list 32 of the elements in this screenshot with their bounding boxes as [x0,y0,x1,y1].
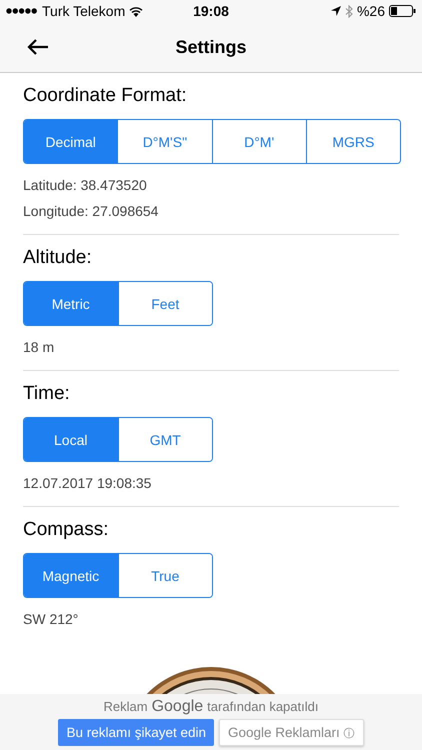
segment-option[interactable]: Magnetic [24,554,118,597]
ad-notice: tarafından kapatıldı [207,699,318,714]
segment-option[interactable]: GMT [118,418,212,461]
google-ads-button[interactable]: Google Reklamları ⓘ [219,719,364,746]
segment-option[interactable]: Feet [118,282,212,325]
ad-notice: Reklam [104,699,148,714]
status-time: 19:08 [193,3,229,19]
screen-title: Settings [175,36,246,58]
signal-icon [6,8,38,14]
segment-option[interactable]: Metric [24,282,118,325]
back-arrow-icon[interactable] [27,39,49,55]
section-title: Coordinate Format: [23,85,188,107]
battery-percent: %26 [356,3,385,19]
value-text: Latitude: 38.473520 [23,176,148,195]
carrier-name: Turk Telekom [42,3,126,19]
section-title: Altitude: [23,247,93,269]
segment-option[interactable]: Decimal [24,120,118,163]
segment-option[interactable]: MGRS [306,120,400,163]
value-text: 12.07.2017 19:08:35 [23,474,152,493]
section-title: Compass: [23,519,110,541]
wifi-icon [129,6,144,16]
location-icon [330,6,341,16]
bluetooth-icon [344,4,353,18]
google-logo: Google [152,698,204,716]
section-title: Time: [23,383,71,405]
segment-option[interactable]: Local [24,418,118,461]
report-ad-button[interactable]: Bu reklamı şikayet edin [58,719,214,746]
value-text: Longitude: 27.098654 [23,202,160,221]
value-text: 18 m [23,338,56,357]
battery-icon [389,5,416,17]
segment-option[interactable]: True [118,554,212,597]
value-text: SW 212° [23,610,80,629]
